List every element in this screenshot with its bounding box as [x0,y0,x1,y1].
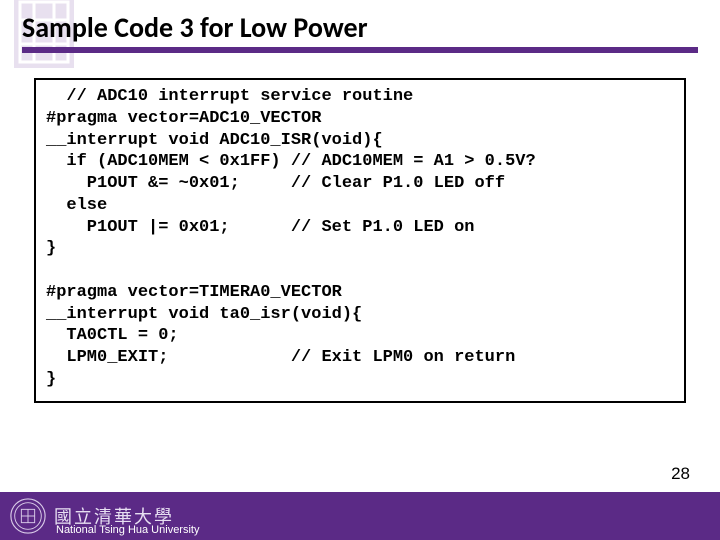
title-underline [22,47,698,53]
slide-number: 28 [671,464,690,484]
university-seal-icon [8,496,48,536]
footer-university: National Tsing Hua University [56,524,199,536]
footer-bar: 國立清華大學 National Tsing Hua University [0,492,720,540]
code-content: // ADC10 interrupt service routine #prag… [46,86,674,391]
slide-title: Sample Code 3 for Low Power [22,10,368,45]
code-box: // ADC10 interrupt service routine #prag… [34,78,686,403]
